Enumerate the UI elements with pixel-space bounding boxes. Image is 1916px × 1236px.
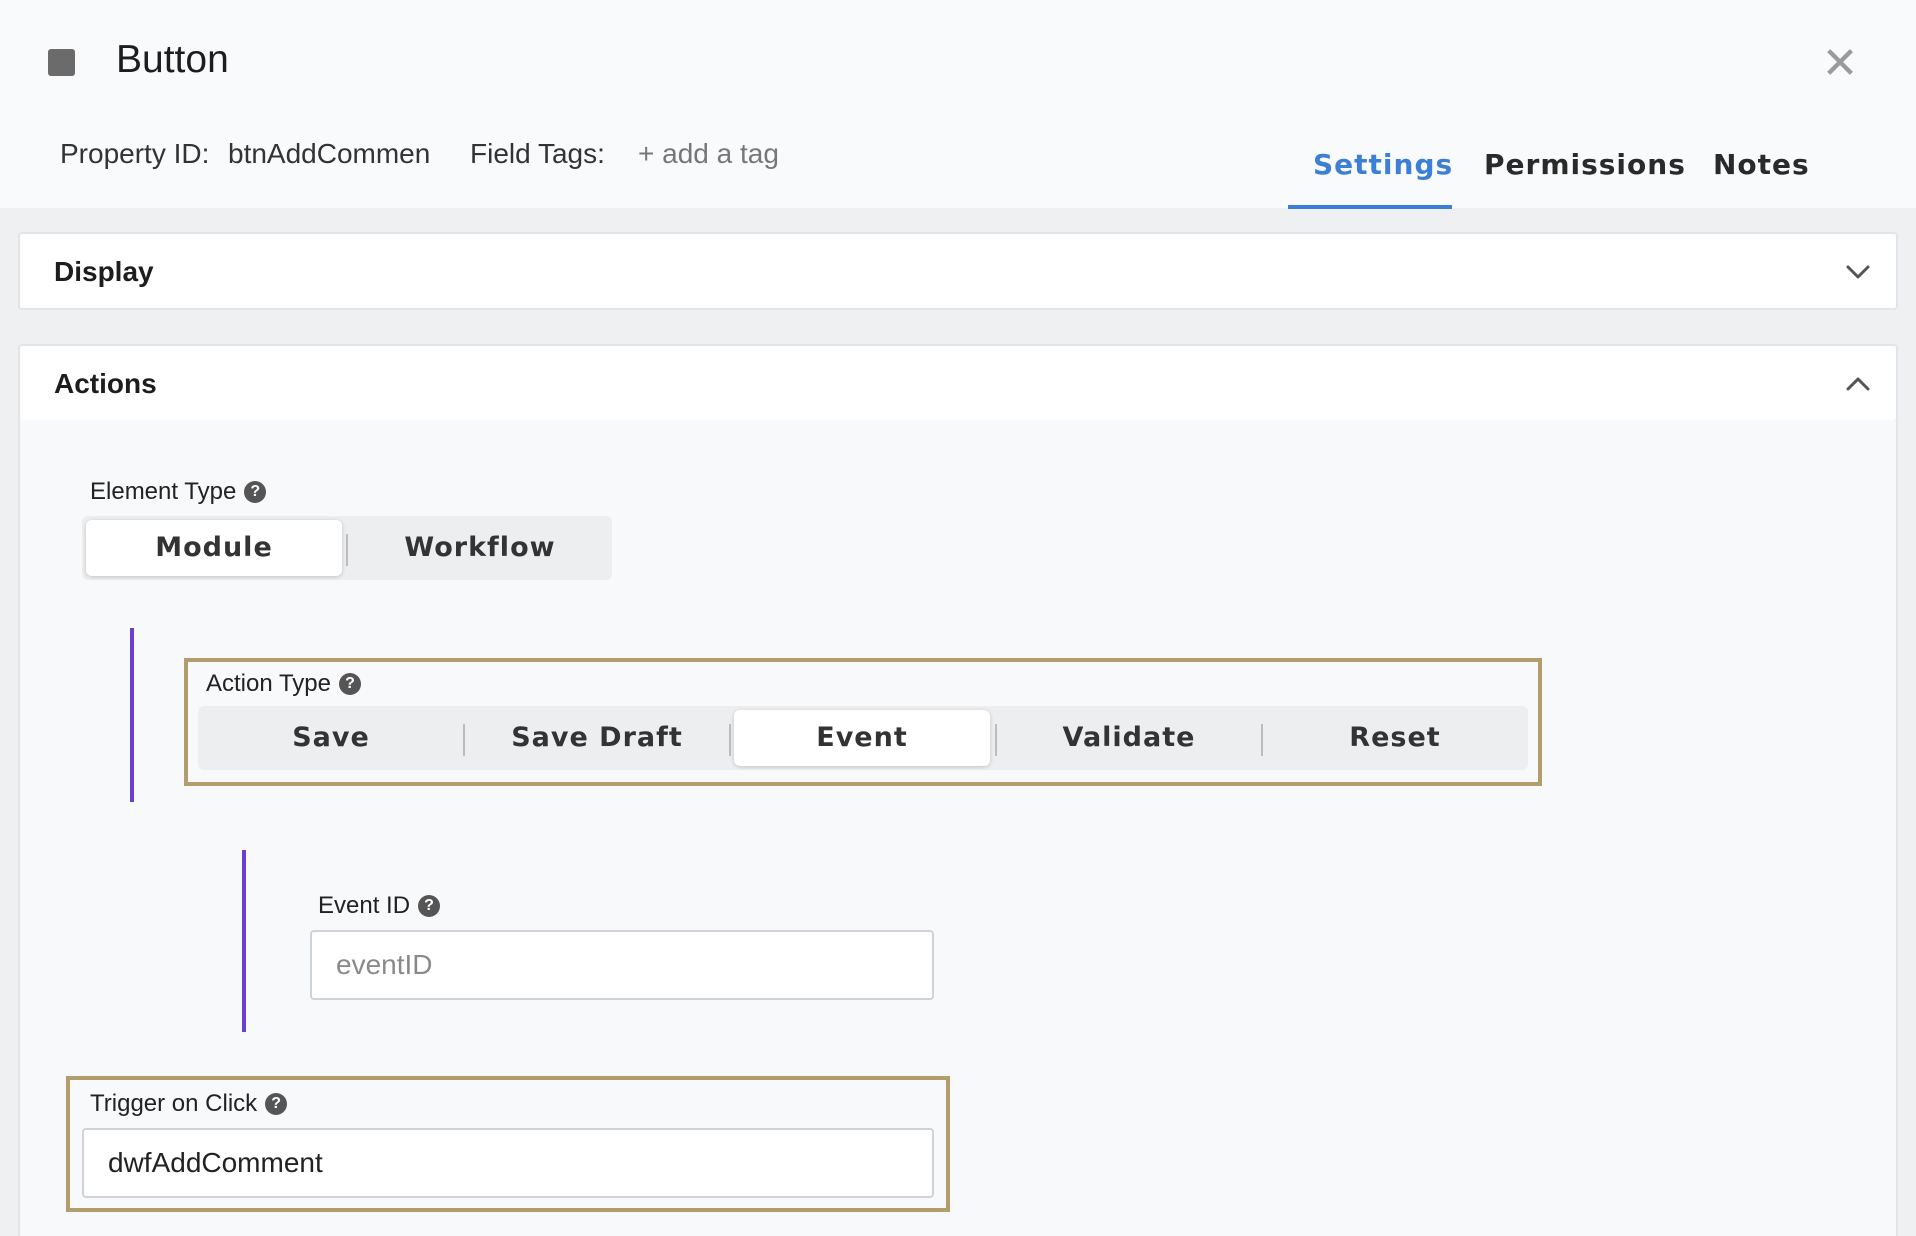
- modal-header: Button ✕ Property ID: btnAddCommen Field…: [0, 0, 1916, 209]
- question-circle-icon[interactable]: ?: [418, 895, 441, 917]
- action-type-option-save-draft[interactable]: Save Draft: [468, 710, 726, 766]
- action-type-option-event[interactable]: Event: [734, 710, 990, 766]
- button-settings-modal: Button ✕ Property ID: btnAddCommen Field…: [0, 0, 1916, 1236]
- segment-divider: [463, 724, 465, 756]
- trigger-on-click-label-text: Trigger on Click: [90, 1090, 258, 1117]
- tab-settings[interactable]: Settings: [1313, 148, 1453, 181]
- question-circle-icon[interactable]: ?: [244, 481, 267, 503]
- element-type-label: Element Type ?: [90, 478, 267, 506]
- action-type-option-save[interactable]: Save: [202, 710, 460, 766]
- trigger-on-click-label: Trigger on Click ?: [90, 1090, 288, 1118]
- modal-title: Button: [116, 38, 229, 81]
- property-id-value: btnAddCommen: [228, 138, 431, 169]
- close-icon[interactable]: ✕: [1818, 42, 1862, 86]
- action-type-option-validate[interactable]: Validate: [1000, 710, 1258, 766]
- action-type-label-text: Action Type: [206, 670, 331, 697]
- property-id-label: Property ID:: [60, 138, 210, 169]
- chevron-down-icon[interactable]: [1842, 256, 1874, 288]
- event-id-label-text: Event ID: [318, 892, 411, 919]
- element-type-option-workflow[interactable]: Workflow: [352, 520, 608, 576]
- question-circle-icon[interactable]: ?: [265, 1093, 288, 1115]
- tab-permissions[interactable]: Permissions: [1484, 148, 1686, 181]
- field-tags-label: Field Tags:: [470, 138, 605, 169]
- element-type-toggle: Module Workflow: [82, 516, 612, 580]
- button-square-icon: [48, 49, 75, 76]
- display-panel-header[interactable]: Display: [18, 232, 1898, 310]
- action-type-label: Action Type ?: [206, 670, 361, 698]
- add-tag-link[interactable]: + add a tag: [638, 138, 779, 170]
- element-type-label-text: Element Type: [90, 478, 237, 505]
- action-type-toggle: Save Save Draft Event Validate Reset: [198, 706, 1528, 770]
- segment-divider: [1261, 724, 1263, 756]
- segment-divider: [346, 534, 348, 566]
- trigger-on-click-input[interactable]: dwfAddComment: [82, 1128, 934, 1198]
- event-id-input[interactable]: eventID: [310, 930, 934, 1000]
- nest-indicator-bar: [130, 628, 134, 802]
- actions-panel-title: Actions: [54, 368, 157, 399]
- tab-notes[interactable]: Notes: [1713, 148, 1810, 181]
- element-type-option-module[interactable]: Module: [86, 520, 342, 576]
- segment-divider: [995, 724, 997, 756]
- question-circle-icon[interactable]: ?: [338, 673, 361, 695]
- active-tab-indicator: [1288, 205, 1452, 209]
- display-panel-title: Display: [54, 256, 154, 287]
- event-id-label: Event ID ?: [318, 892, 441, 920]
- actions-panel-header[interactable]: Actions: [18, 344, 1898, 422]
- segment-divider: [729, 724, 731, 756]
- action-type-option-reset[interactable]: Reset: [1266, 710, 1524, 766]
- nest-indicator-bar: [242, 850, 246, 1032]
- chevron-up-icon[interactable]: [1842, 368, 1874, 400]
